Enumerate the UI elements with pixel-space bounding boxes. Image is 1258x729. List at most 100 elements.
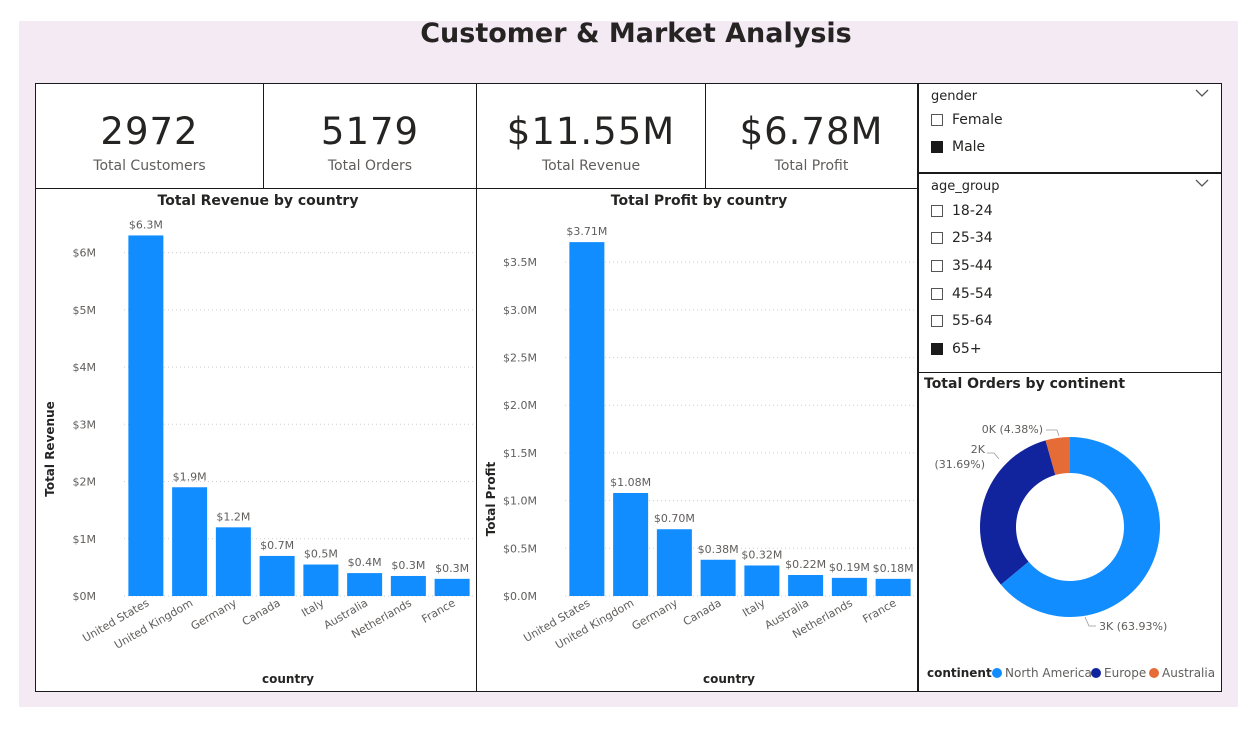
y-tick-label: $0M (73, 590, 97, 603)
bar-germany[interactable] (656, 529, 692, 596)
bar-germany[interactable] (215, 527, 251, 596)
bar-netherlands[interactable] (390, 575, 426, 596)
legend-item-australia[interactable]: Australia (1162, 666, 1215, 680)
slicer-gender[interactable]: gender Female Male (918, 83, 1222, 173)
chevron-down-icon[interactable] (1195, 177, 1209, 189)
slicer-option-25-34[interactable]: 25-34 (931, 228, 993, 248)
bar-netherlands[interactable] (831, 577, 867, 596)
bar-france[interactable] (875, 578, 911, 596)
kpi-card-total-customers[interactable]: 2972 Total Customers (35, 83, 264, 189)
y-tick-label: $2.0M (503, 399, 537, 412)
revenue-by-country-chart[interactable]: Total Revenue by country Total Revenue c… (35, 188, 477, 692)
profit-bar-chart-svg: Total Profit by country Total Profit cou… (484, 193, 915, 686)
kpi-card-total-revenue[interactable]: $11.55M Total Revenue (476, 83, 706, 189)
legend: continent North America Europe Australia (927, 666, 1215, 680)
bar-canada[interactable] (259, 555, 295, 596)
slice-europe[interactable] (980, 440, 1056, 585)
option-label: 25-34 (952, 230, 993, 246)
slice-label-australia: 0K (4.38%) (982, 423, 1060, 437)
kpi-card-total-profit[interactable]: $6.78M Total Profit (705, 83, 918, 189)
leader-line (1084, 616, 1096, 627)
data-label: $0.38M (698, 543, 739, 556)
legend-item-north-america[interactable]: North America (1005, 666, 1092, 680)
legend-swatch-north-america (992, 668, 1002, 678)
bar-italy[interactable] (303, 564, 339, 596)
x-tick-label: France (860, 596, 898, 626)
y-tick-label: $0.0M (503, 590, 537, 603)
slicer-option-18-24[interactable]: 18-24 (931, 201, 993, 221)
kpi-value: $11.55M (506, 110, 676, 153)
data-label: $3.71M (566, 225, 607, 238)
bar-australia[interactable] (347, 573, 383, 596)
bar-united-kingdom[interactable] (172, 487, 208, 596)
y-tick-label: $0.5M (503, 542, 537, 555)
data-label: $0.32M (741, 548, 782, 561)
x-tick-label: Italy (740, 596, 768, 619)
bar-italy[interactable] (744, 565, 780, 596)
checkbox[interactable] (931, 205, 943, 217)
chevron-down-icon[interactable] (1195, 87, 1209, 99)
data-label: $1.2M (216, 510, 250, 523)
y-tick-label: $3M (73, 418, 97, 431)
checkbox[interactable] (931, 114, 943, 126)
option-label: 55-64 (952, 313, 993, 329)
chart-title: Total Revenue by country (158, 193, 359, 209)
orders-by-continent-chart[interactable]: Total Orders by continent 0K (4.38%) 2K … (918, 372, 1222, 692)
checkbox[interactable] (931, 260, 943, 272)
data-label: $0.3M (435, 562, 469, 575)
slice-data-label: (31.69%) (934, 458, 985, 471)
leader-line (1046, 429, 1060, 437)
slicer-title: age_group (931, 179, 1000, 194)
checkbox[interactable] (931, 288, 943, 300)
slicer-option-65-plus[interactable]: 65+ (931, 339, 982, 359)
y-axis-title: Total Revenue (43, 401, 57, 497)
data-label: $0.22M (785, 558, 826, 571)
kpi-value: 2972 (100, 110, 199, 153)
legend-swatch-europe (1091, 668, 1101, 678)
data-label: $1.08M (610, 476, 651, 489)
slicer-age-group[interactable]: age_group 18-24 25-34 35-44 45-54 55-64 … (918, 173, 1222, 373)
slicer-option-female[interactable]: Female (931, 110, 1003, 130)
kpi-value: $6.78M (739, 110, 884, 153)
slicer-option-55-64[interactable]: 55-64 (931, 311, 993, 331)
checkbox[interactable] (931, 315, 943, 327)
revenue-bar-chart-svg: Total Revenue by country Total Revenue c… (43, 193, 474, 686)
bar-canada[interactable] (700, 559, 736, 596)
kpi-label: Total Revenue (541, 158, 641, 174)
x-tick-label: Canada (681, 596, 724, 628)
checkbox[interactable] (931, 343, 943, 355)
bar-united-states[interactable] (569, 242, 605, 596)
data-label: $0.19M (829, 561, 870, 574)
y-axis-title: Total Profit (484, 461, 498, 536)
data-label: $0.70M (654, 512, 695, 525)
bar-united-states[interactable] (128, 235, 164, 596)
data-label: $6.3M (129, 218, 163, 231)
legend-item-europe[interactable]: Europe (1104, 666, 1146, 680)
y-tick-label: $6M (73, 247, 97, 260)
slice-data-label: 0K (4.38%) (982, 423, 1043, 436)
x-axis-title: country (703, 672, 755, 686)
profit-by-country-chart[interactable]: Total Profit by country Total Profit cou… (476, 188, 918, 692)
slicer-option-45-54[interactable]: 45-54 (931, 284, 993, 304)
slicer-option-male[interactable]: Male (931, 137, 985, 157)
slicer-option-35-44[interactable]: 35-44 (931, 256, 993, 276)
chart-title: Total Profit by country (611, 193, 787, 209)
option-label: 35-44 (952, 258, 993, 274)
data-label: $0.7M (260, 539, 294, 552)
option-label: 45-54 (952, 286, 993, 302)
kpi-label: Total Customers (93, 158, 206, 174)
y-tick-label: $3.0M (503, 304, 537, 317)
bar-australia[interactable] (788, 575, 824, 596)
legend-swatch-australia (1149, 668, 1159, 678)
bar-united-kingdom[interactable] (613, 492, 649, 596)
checkbox[interactable] (931, 232, 943, 244)
checkbox[interactable] (931, 141, 943, 153)
kpi-card-total-orders[interactable]: 5179 Total Orders (263, 83, 477, 189)
legend-title: continent (927, 666, 992, 680)
bar-france[interactable] (434, 578, 470, 596)
x-tick-label: Italy (299, 596, 327, 619)
option-label: Female (952, 112, 1003, 128)
y-tick-label: $5M (73, 304, 97, 317)
data-label: $0.4M (348, 556, 382, 569)
x-tick-label: Germany (189, 596, 240, 633)
